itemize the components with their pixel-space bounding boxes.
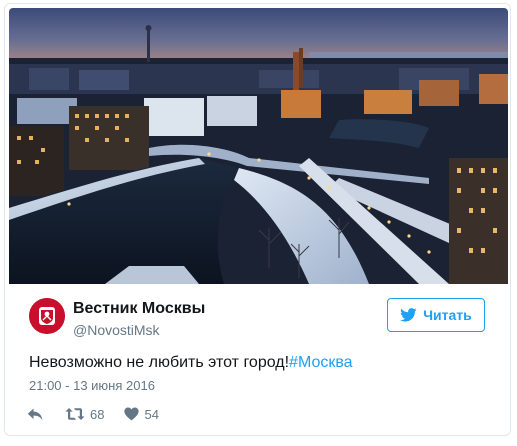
twitter-bird-icon (400, 308, 417, 322)
follow-button-label: Читать (423, 307, 472, 323)
heart-icon (124, 407, 140, 421)
like-button[interactable]: 54 (124, 406, 159, 422)
follow-button[interactable]: Читать (387, 298, 485, 332)
city-night-photo (9, 8, 508, 284)
retweet-count: 68 (90, 406, 105, 422)
tweet-text-body: Невозможно не любить этот город! (29, 354, 290, 371)
hashtag-link[interactable]: #Москва (289, 354, 353, 371)
moscow-emblem-icon (29, 298, 65, 334)
tweet-card: Вестник Москвы @NovostiMsk Читать Невозм… (4, 3, 511, 436)
tweet-text: Невозможно не любить этот город!#Москва (29, 354, 353, 372)
reply-button[interactable] (27, 408, 43, 421)
reply-icon (27, 408, 43, 420)
author-name[interactable]: Вестник Москвы (73, 300, 205, 318)
retweet-icon (65, 408, 85, 420)
tweet-photo[interactable] (9, 8, 508, 284)
avatar[interactable] (29, 298, 65, 334)
tweet-timestamp[interactable]: 21:00 - 13 июня 2016 (29, 378, 155, 393)
retweet-button[interactable]: 68 (65, 407, 104, 422)
tweet-actions: 68 54 (27, 404, 159, 424)
like-count: 54 (144, 406, 159, 422)
author-handle[interactable]: @NovostiMsk (73, 322, 160, 338)
